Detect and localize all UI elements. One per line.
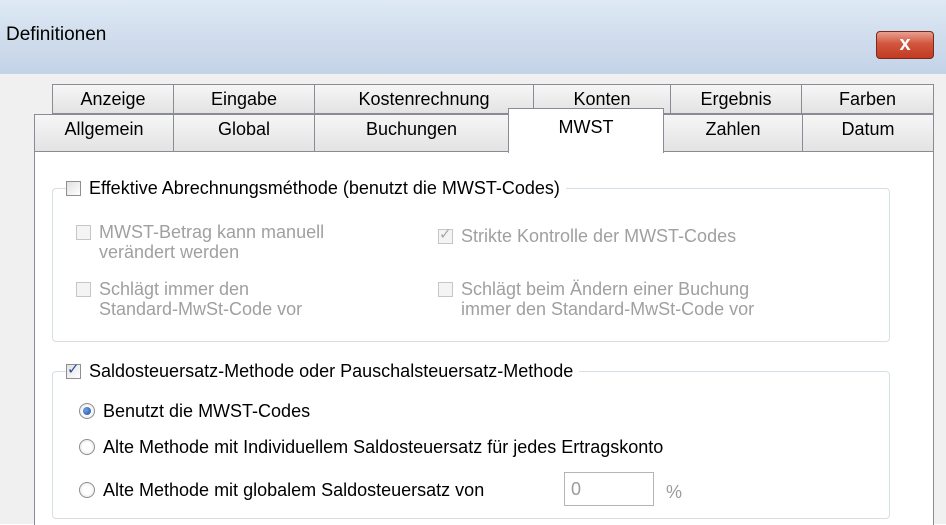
tab-label: Anzeige	[80, 89, 146, 109]
group-saldosteuersatz-legend[interactable]: ✓ Saldosteuersatz-Methode oder Pauschals…	[66, 359, 580, 383]
default-code-option[interactable]: Schlägt immer den Standard-MwSt-Code vor	[76, 279, 302, 319]
radio-use-codes-label: Benutzt die MWST-Codes	[103, 401, 311, 421]
tab-label: Kostenrechnung	[358, 89, 490, 109]
check-icon: ✓	[67, 360, 80, 378]
default-code-on-edit-checkbox[interactable]	[438, 282, 453, 297]
tab-label: Buchungen	[365, 119, 458, 139]
tab-buchungen[interactable]: Buchungen	[314, 114, 509, 152]
strict-control-label: Strikte Kontrolle der MWST-Codes	[461, 226, 737, 246]
effektive-checkbox[interactable]	[66, 180, 81, 196]
tab-ergebnis[interactable]: Ergebnis	[670, 84, 802, 114]
tab-kostenrechnung[interactable]: Kostenrechnung	[314, 84, 534, 114]
default-code-on-edit-label-1: Schlägt beim Ändern einer Buchung	[461, 279, 750, 299]
window-title: Definitionen	[6, 24, 107, 45]
tab-mwst[interactable]: MWST	[508, 108, 664, 153]
tab-allgemein[interactable]: Allgemein	[34, 114, 174, 152]
tab-zahlen[interactable]: Zahlen	[663, 114, 803, 152]
tab-label: Konten	[573, 89, 631, 109]
default-code-on-edit-option[interactable]: Schlägt beim Ändern einer Buchung immer d…	[438, 279, 754, 319]
radio-individual-rate[interactable]: Alte Methode mit Individuellem Saldosteu…	[79, 437, 663, 457]
tab-label: Datum	[841, 119, 895, 139]
radio-global-rate-label: Alte Methode mit globalem Saldosteuersat…	[103, 480, 485, 500]
tab-label: Eingabe	[210, 89, 278, 109]
group-effektive-legend[interactable]: Effektive Abrechnungsméthode (benutzt di…	[66, 176, 566, 200]
tab-global[interactable]: Global	[173, 114, 315, 152]
tab-anzeige[interactable]: Anzeige	[52, 84, 174, 114]
default-code-label-1: Schlägt immer den	[99, 279, 250, 299]
tab-datum[interactable]: Datum	[802, 114, 934, 152]
strict-control-option[interactable]: ✓ Strikte Kontrolle der MWST-Codes	[438, 226, 736, 246]
global-rate-input[interactable]: 0	[564, 472, 654, 506]
tab-label: Farben	[838, 89, 897, 109]
title-bar: Definitionen x	[0, 0, 946, 74]
tab-label: Global	[217, 119, 271, 139]
effektive-label: Effektive Abrechnungsméthode (benutzt di…	[89, 177, 560, 198]
radio-use-codes[interactable]: Benutzt die MWST-Codes	[79, 401, 310, 421]
default-code-checkbox[interactable]	[76, 282, 91, 297]
check-icon: ✓	[439, 226, 452, 243]
default-code-label-2: Standard-MwSt-Code vor	[99, 299, 303, 319]
tab-label: Zahlen	[705, 119, 761, 139]
radio-use-codes-button[interactable]	[79, 403, 95, 419]
strict-control-checkbox[interactable]: ✓	[438, 226, 453, 244]
manual-amount-label-1: MWST-Betrag kann manuell	[99, 222, 325, 242]
tab-label: Ergebnis	[700, 89, 772, 109]
manual-amount-label-2: verändert werden	[99, 242, 240, 262]
close-button[interactable]: x	[876, 31, 934, 59]
saldosteuersatz-label: Saldosteuersatz-Methode oder Pauschalste…	[89, 360, 574, 381]
manual-amount-option[interactable]: MWST-Betrag kann manuell verändert werden	[76, 222, 324, 262]
percent-unit-label: %	[666, 482, 683, 502]
radio-global-rate-button[interactable]	[79, 482, 95, 498]
radio-individual-rate-label: Alte Methode mit Individuellem Saldosteu…	[103, 437, 664, 457]
close-icon: x	[899, 33, 911, 55]
radio-selected-dot	[83, 407, 91, 415]
tab-label: Allgemein	[64, 119, 144, 139]
tab-eingabe[interactable]: Eingabe	[173, 84, 315, 114]
default-code-on-edit-label-2: immer den Standard-MwSt-Code vor	[461, 299, 755, 319]
radio-global-rate[interactable]: Alte Methode mit globalem Saldosteuersat…	[79, 480, 484, 500]
saldosteuersatz-checkbox[interactable]: ✓	[66, 360, 81, 379]
manual-amount-checkbox[interactable]	[76, 225, 91, 240]
radio-individual-rate-button[interactable]	[79, 439, 95, 455]
tab-label: MWST	[558, 117, 614, 137]
tab-farben[interactable]: Farben	[801, 84, 934, 114]
